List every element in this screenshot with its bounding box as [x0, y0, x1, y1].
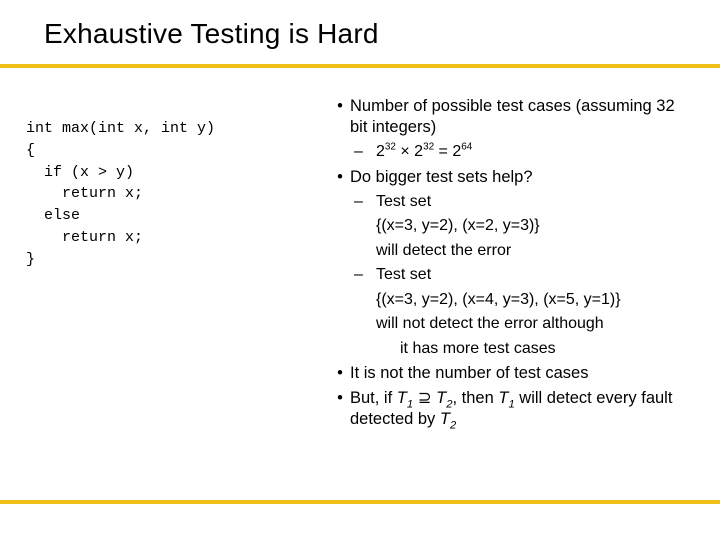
slide-title: Exhaustive Testing is Hard: [0, 18, 720, 50]
bullet-2b-cont3: it has more test cases: [400, 339, 694, 359]
bullet-2b-text: Test set: [376, 265, 694, 285]
bullet-dash-icon: –: [354, 192, 376, 212]
content-row: int max(int x, int y) { if (x > y) retur…: [0, 68, 720, 434]
exp-sup-2: 32: [423, 142, 434, 153]
b4-t2: T: [436, 389, 446, 407]
bullet-1a: – 232 × 232 = 264: [354, 142, 694, 162]
bullet-dot-icon: •: [330, 167, 350, 188]
code-column: int max(int x, int y) { if (x > y) retur…: [26, 96, 326, 434]
b4-superset: ⊇: [413, 389, 436, 407]
b4-pre: But, if: [350, 389, 397, 407]
bullet-2: • Do bigger test sets help?: [330, 167, 694, 188]
b4-t1: T: [397, 389, 407, 407]
bullet-2a: – Test set: [354, 192, 694, 212]
code-block: int max(int x, int y) { if (x > y) retur…: [26, 118, 326, 270]
divider-bottom: [0, 500, 720, 504]
bullet-1a-text: 232 × 232 = 264: [376, 142, 694, 162]
bullet-dot-icon: •: [330, 388, 350, 430]
exp-sup-1: 32: [385, 142, 396, 153]
bullet-dot-icon: •: [330, 363, 350, 384]
bullet-column: • Number of possible test cases (assumin…: [326, 96, 694, 434]
bullet-2b-cont1: {(x=3, y=2), (x=4, y=3), (x=5, y=1)}: [376, 290, 694, 310]
exp-base-1: 2: [376, 143, 385, 160]
bullet-1-text: Number of possible test cases (assuming …: [350, 96, 694, 138]
b4-mid: , then: [452, 389, 498, 407]
bullet-dot-icon: •: [330, 96, 350, 138]
b4-t3: T: [498, 389, 508, 407]
exp-base-2: × 2: [396, 143, 423, 160]
bullet-dash-icon: –: [354, 142, 376, 162]
b4-s4: 2: [450, 420, 456, 432]
slide: Exhaustive Testing is Hard int max(int x…: [0, 0, 720, 540]
bullet-2a-text: Test set: [376, 192, 694, 212]
bullet-2a-cont2: will detect the error: [376, 241, 694, 261]
bullet-4: • But, if T1 ⊇ T2, then T1 will detect e…: [330, 388, 694, 430]
exp-sup-3: 64: [461, 142, 472, 153]
bullet-2b-cont2: will not detect the error although: [376, 314, 694, 334]
bullet-3: • It is not the number of test cases: [330, 363, 694, 384]
exp-base-3: = 2: [434, 143, 461, 160]
bullet-4-text: But, if T1 ⊇ T2, then T1 will detect eve…: [350, 388, 694, 430]
b4-t4: T: [440, 410, 450, 428]
bullet-2a-cont1: {(x=3, y=2), (x=2, y=3)}: [376, 216, 694, 236]
bullet-3-text: It is not the number of test cases: [350, 363, 694, 384]
bullet-dash-icon: –: [354, 265, 376, 285]
bullet-2-text: Do bigger test sets help?: [350, 167, 694, 188]
bullet-2b: – Test set: [354, 265, 694, 285]
bullet-1: • Number of possible test cases (assumin…: [330, 96, 694, 138]
